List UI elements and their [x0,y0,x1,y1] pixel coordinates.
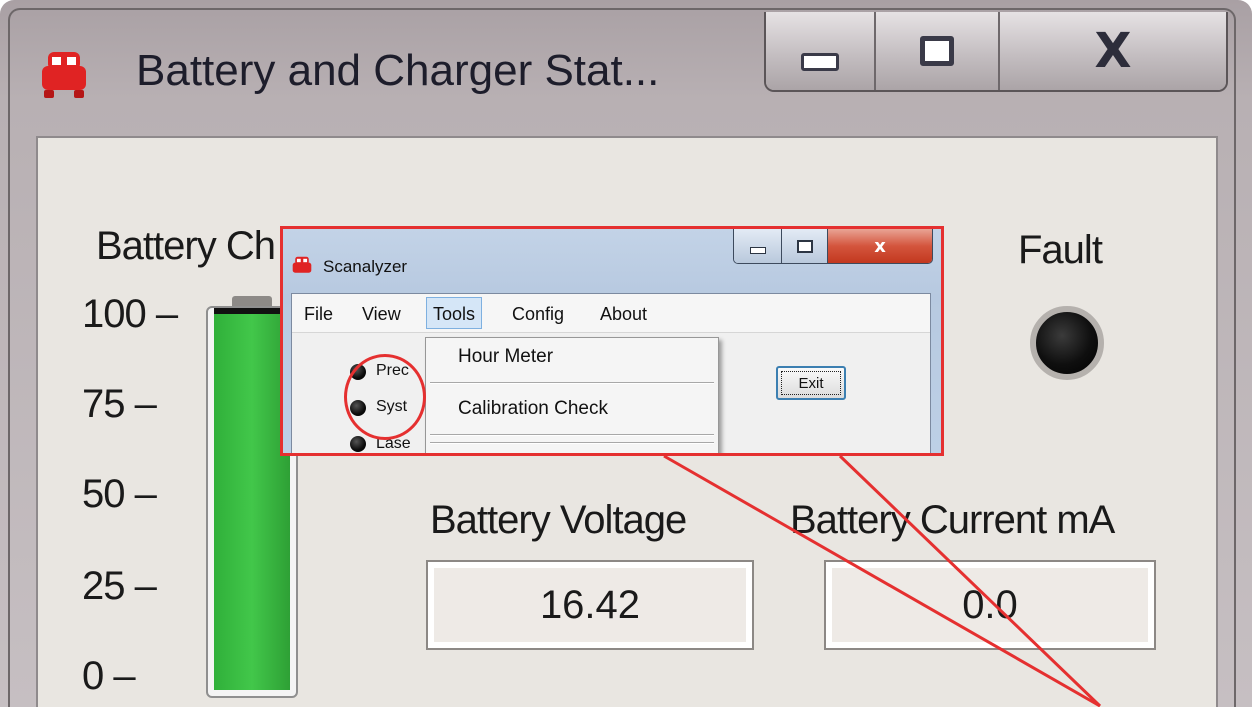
status-led-prec [350,364,366,380]
battery-current-value: 0.0 [824,560,1156,650]
maximize-icon [796,239,813,253]
fault-label: Fault [1018,228,1103,272]
close-icon: X [1094,23,1132,79]
gauge-tick-25: 25 – [82,564,157,608]
scanalyzer-close-button[interactable]: x [828,229,932,263]
menu-config[interactable]: Config [506,301,570,327]
scanalyzer-maximize-button[interactable] [782,229,828,263]
scanalyzer-window: Scanalyzer x File View Tools Config Abou… [283,229,941,453]
minimize-button[interactable] [766,12,876,90]
scanalyzer-title: Scanalyzer [323,257,408,276]
scanalyzer-minimize-button[interactable] [734,229,782,263]
menu-view[interactable]: View [356,301,407,327]
battery-charge-fill [214,308,290,690]
caption-buttons: X [764,12,1228,92]
tools-dropdown-menu: Hour Meter Calibration Check [425,337,719,453]
scanalyzer-caption-buttons: x [733,229,933,264]
menu-file[interactable]: File [298,301,339,327]
gauge-tick-75: 75 – [82,382,157,426]
status-label-syst: Syst [376,398,408,415]
menu-separator [430,382,714,384]
exit-button[interactable]: Exit [776,366,846,400]
maximize-icon [920,36,954,66]
battery-current-label: Battery Current mA [790,498,1115,542]
menu-item-hour-meter[interactable]: Hour Meter [458,346,553,368]
status-label-prec: Prec [376,362,409,379]
gauge-tick-0: 0 – [82,654,136,698]
scanalyzer-inset: Scanalyzer x File View Tools Config Abou… [280,226,944,456]
battery-charge-label: Battery Ch [96,224,276,268]
battery-voltage-label: Battery Voltage [430,498,687,542]
close-button[interactable]: X [1000,12,1226,90]
maximize-button[interactable] [876,12,1000,90]
close-icon: x [874,235,886,257]
menu-tools[interactable]: Tools [426,297,483,329]
menu-separator [430,434,714,436]
menu-about[interactable]: About [594,301,653,327]
menu-separator [430,442,714,444]
status-led-syst [350,400,366,416]
menu-item-calibration-check[interactable]: Calibration Check [458,398,608,420]
fault-indicator-led [1030,306,1104,380]
window-title: Battery and Charger Stat... [136,46,660,95]
minimize-icon [749,246,766,254]
battery-voltage-value: 16.42 [426,560,754,650]
minimize-icon [801,53,839,71]
status-led-lase [350,436,366,452]
status-label-lase: Lase [376,435,411,452]
gauge-tick-100: 100 – [82,292,178,336]
gauge-tick-50: 50 – [82,472,157,516]
red-car-app-icon [292,256,312,273]
menu-bar: File View Tools Config About [292,294,930,333]
red-car-app-icon [42,52,86,98]
